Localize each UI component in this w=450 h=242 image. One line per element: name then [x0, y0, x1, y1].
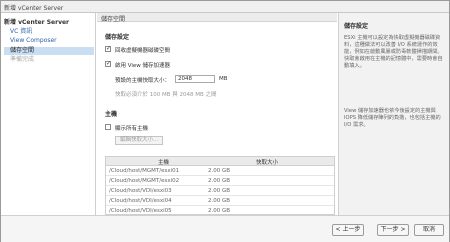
table-header: 主機 快取大小 — [106, 157, 334, 166]
cancel-button[interactable]: 取消 — [414, 224, 444, 236]
host-path: /Cloud/host/MGMT/esxi02 — [109, 178, 180, 184]
section-tab: 儲存空間 — [101, 16, 126, 23]
help-paragraph-1: ESXi 主機可以設定為快取虛擬機器磁碟資料，這種做法可以改善 I/O 系統運作… — [344, 35, 443, 69]
nav-item-vc-info[interactable]: VC 資訊 — [4, 28, 94, 36]
reclaim-label: 回收虛擬機器磁碟空間 — [115, 48, 171, 54]
title-bar: 新增 vCenter Server — [1, 1, 449, 13]
reclaim-checkbox[interactable] — [105, 45, 111, 52]
cache-size: 2.00 GB — [208, 168, 231, 174]
nav-item-storage[interactable]: 儲存空間 — [4, 47, 94, 55]
table-row[interactable]: /Cloud/host/MGMT/esxi02 2.00 GB — [106, 176, 334, 186]
table-row[interactable]: /Cloud/host/VDI/esxi04 2.00 GB — [106, 196, 334, 206]
wizard-footer: < 上一步 下一步 > 取消 — [1, 215, 449, 242]
wizard-window: 新增 vCenter Server 新增 vCenter Server VC 資… — [0, 0, 450, 242]
nav-item-view-composer[interactable]: View Composer — [4, 37, 94, 45]
help-paragraph-2: View 儲存加速器也依今後設定的主機與 IOPS 降低儲存陣列的負擔，也包括主… — [344, 108, 441, 128]
cache-unit: MB — [219, 76, 228, 82]
help-panel: 儲存設定 ESXi 主機可以設定為快取虛擬機器磁碟資料，這種做法可以改善 I/O… — [338, 13, 449, 215]
section-header: 儲存空間 — [97, 13, 337, 23]
host-path: /Cloud/host/VDI/esxi03 — [109, 188, 172, 194]
cache-size: 2.00 GB — [208, 178, 231, 184]
cache-size-input[interactable]: 2048 — [175, 75, 215, 83]
window-title: 新增 vCenter Server — [4, 5, 64, 12]
host-path: /Cloud/host/MGMT/esxi01 — [109, 168, 180, 174]
show-all-hosts-label: 顯示所有主機 — [115, 126, 149, 132]
cache-hint: 快取必須介於 100 MB 與 2048 MB 之間 — [115, 92, 217, 98]
cache-size-label: 預設的主機快取大小： — [115, 78, 171, 84]
table-row[interactable]: /Cloud/host/MGMT/esxi01 2.00 GB — [106, 166, 334, 176]
nav-heading: 新增 vCenter Server — [4, 19, 70, 26]
host-table: 主機 快取大小 /Cloud/host/MGMT/esxi01 2.00 GB … — [105, 156, 335, 215]
table-row[interactable]: /Cloud/host/VDI/esxi03 2.00 GB — [106, 186, 334, 196]
host-path: /Cloud/host/VDI/esxi05 — [109, 208, 172, 214]
wizard-nav: 新增 vCenter Server VC 資訊 View Composer 儲存… — [1, 13, 96, 215]
nav-item-ready: 準備完成 — [10, 56, 35, 63]
edit-cache-button[interactable]: 編輯快取大小... — [115, 136, 164, 145]
column-header-cache[interactable]: 快取大小 — [256, 158, 278, 166]
cache-size: 2.00 GB — [208, 198, 231, 204]
cache-size: 2.00 GB — [208, 208, 231, 214]
next-button[interactable]: 下一步 > — [377, 224, 409, 236]
storage-settings-title: 儲存設定 — [105, 34, 130, 41]
accelerator-label: 啟用 View 儲存加速器 — [115, 63, 171, 69]
column-header-host[interactable]: 主機 — [158, 158, 169, 166]
show-all-hosts-checkbox[interactable] — [105, 124, 111, 130]
host-title: 主機 — [105, 111, 118, 118]
host-path: /Cloud/host/VDI/esxi04 — [109, 198, 172, 204]
main-content: 儲存空間 儲存設定 回收虛擬機器磁碟空間 啟用 View 儲存加速器 預設的主機… — [97, 13, 337, 215]
back-button[interactable]: < 上一步 — [332, 224, 364, 236]
accelerator-checkbox[interactable] — [105, 60, 111, 67]
cache-size: 2.00 GB — [208, 188, 231, 194]
help-title: 儲存設定 — [344, 23, 369, 30]
